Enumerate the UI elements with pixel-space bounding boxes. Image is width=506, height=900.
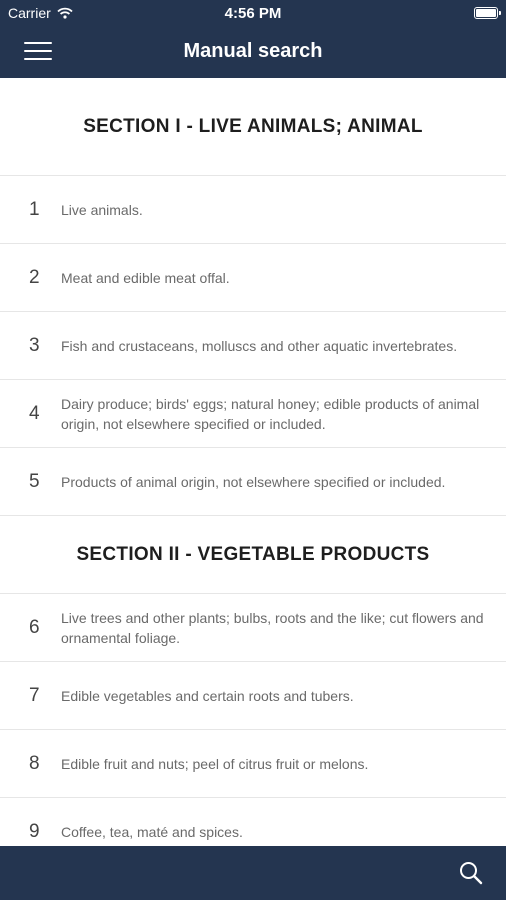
chapter-list[interactable]: SECTION I - LIVE ANIMALS; ANIMAL 1 Live … — [0, 78, 506, 846]
list-item[interactable]: 2 Meat and edible meat offal. — [0, 244, 506, 312]
item-number: 7 — [29, 684, 40, 706]
list-item[interactable]: 1 Live animals. — [0, 176, 506, 244]
item-description: Live trees and other plants; bulbs, root… — [61, 609, 484, 646]
status-bar: Carrier 4:56 PM — [0, 0, 506, 26]
list-item[interactable]: 7 Edible vegetables and certain roots an… — [0, 662, 506, 730]
section-header-2: SECTION II - VEGETABLE PRODUCTS — [0, 516, 506, 594]
list-item[interactable]: 9 Coffee, tea, maté and spices. — [0, 798, 506, 846]
list-item[interactable]: 5 Products of animal origin, not elsewhe… — [0, 448, 506, 516]
item-number: 3 — [29, 334, 40, 356]
battery-icon — [474, 7, 501, 19]
item-description: Live animals. — [61, 201, 143, 218]
navigation-bar: Manual search — [0, 26, 506, 78]
item-number: 9 — [29, 820, 40, 842]
item-number: 2 — [29, 266, 40, 288]
page-title: Manual search — [183, 40, 323, 62]
item-description: Coffee, tea, maté and spices. — [61, 823, 243, 840]
bottom-toolbar — [0, 846, 506, 900]
item-description: Dairy produce; birds' eggs; natural hone… — [61, 395, 480, 432]
item-number: 1 — [29, 198, 40, 220]
list-item[interactable]: 4 Dairy produce; birds' eggs; natural ho… — [0, 380, 506, 448]
item-number: 8 — [29, 752, 40, 774]
item-description: Edible fruit and nuts; peel of citrus fr… — [61, 755, 369, 772]
item-number: 6 — [29, 616, 40, 638]
status-time: 4:56 PM — [224, 5, 282, 22]
list-item[interactable]: 6 Live trees and other plants; bulbs, ro… — [0, 594, 506, 662]
list-item[interactable]: 3 Fish and crustaceans, molluscs and oth… — [0, 312, 506, 380]
item-description: Meat and edible meat offal. — [61, 269, 230, 286]
top-bar: Carrier 4:56 PM Manual search — [0, 0, 506, 78]
list-item[interactable]: 8 Edible fruit and nuts; peel of citrus … — [0, 730, 506, 798]
item-description: Products of animal origin, not elsewhere… — [61, 473, 446, 490]
item-number: 5 — [29, 470, 40, 492]
item-number: 4 — [29, 402, 40, 424]
item-description: Edible vegetables and certain roots and … — [61, 687, 354, 704]
section-header-1: SECTION I - LIVE ANIMALS; ANIMAL — [0, 78, 506, 176]
search-icon[interactable] — [458, 860, 484, 886]
item-description: Fish and crustaceans, molluscs and other… — [61, 337, 458, 354]
